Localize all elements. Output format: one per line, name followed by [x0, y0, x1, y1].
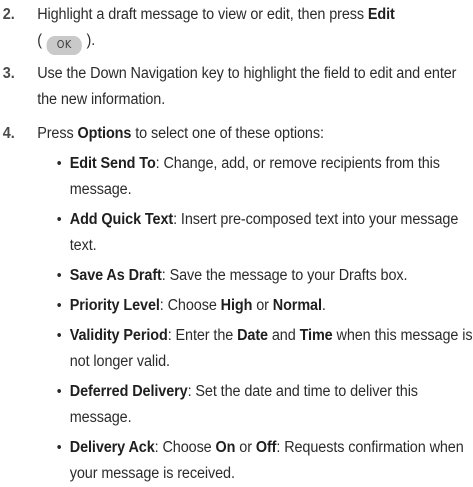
option-desc: : Save the message to your Drafts box.	[161, 267, 408, 284]
step-2: 2. Highlight a draft message to view or …	[0, 2, 473, 55]
bullet-icon: •	[56, 297, 62, 314]
option-value: Date	[237, 327, 268, 344]
bullet-icon: •	[56, 439, 62, 456]
list-item: • Delivery Ack: Choose On or Off: Reques…	[57, 435, 473, 487]
step-text: Press	[37, 125, 78, 142]
step-text-end: to select one of these options:	[131, 125, 324, 142]
bullet-icon: •	[56, 383, 62, 400]
option-desc: or	[235, 439, 256, 456]
option-name: Edit Send To	[69, 155, 156, 172]
instructions-page: 2. Highlight a draft message to view or …	[0, 0, 473, 487]
step-3: 3. Use the Down Navigation key to highli…	[0, 61, 473, 113]
edit-label: Edit	[367, 6, 395, 23]
step-number: 4.	[2, 125, 15, 142]
option-value: Normal	[272, 297, 322, 314]
option-name: Delivery Ack	[69, 439, 155, 456]
option-desc: : Choose	[154, 439, 216, 456]
bullet-icon: •	[56, 211, 62, 228]
step-text: Use the Down Navigation key to highlight…	[37, 65, 457, 108]
option-desc: and	[267, 327, 300, 344]
option-value: Off	[255, 439, 277, 456]
list-item: • Priority Level: Choose High or Normal.	[57, 293, 473, 319]
paren-open: (	[37, 32, 42, 49]
option-name: Deferred Delivery	[69, 383, 188, 400]
option-name: Add Quick Text	[69, 211, 174, 228]
option-value: On	[215, 439, 236, 456]
option-name: Priority Level	[69, 297, 160, 314]
option-desc: : Enter the	[167, 327, 238, 344]
option-desc: : Choose	[159, 297, 221, 314]
bullet-icon: •	[56, 267, 62, 284]
list-item: • Deferred Delivery: Set the date and ti…	[57, 379, 473, 431]
step-number: 3.	[2, 65, 15, 82]
list-item: • Save As Draft: Save the message to you…	[57, 263, 473, 289]
ok-key-label: OK	[56, 39, 72, 51]
list-item: • Edit Send To: Change, add, or remove r…	[57, 151, 473, 203]
option-desc: .	[321, 297, 326, 314]
ok-key-icon: OK	[46, 36, 82, 55]
options-label: Options	[77, 125, 132, 142]
option-value: High	[220, 297, 253, 314]
bullet-icon: •	[56, 155, 62, 172]
option-name: Validity Period	[69, 327, 168, 344]
step-number: 2.	[2, 6, 15, 23]
paren-close: ).	[86, 32, 96, 49]
option-value: Time	[299, 327, 333, 344]
bullet-icon: •	[56, 327, 62, 344]
step-4: 4. Press Options to select one of these …	[0, 121, 473, 487]
option-desc: or	[252, 297, 273, 314]
list-item: • Add Quick Text: Insert pre-composed te…	[57, 207, 473, 259]
option-name: Save As Draft	[69, 267, 162, 284]
list-item: • Validity Period: Enter the Date and Ti…	[57, 323, 473, 375]
step-text: Highlight a draft message to view or edi…	[37, 6, 368, 23]
